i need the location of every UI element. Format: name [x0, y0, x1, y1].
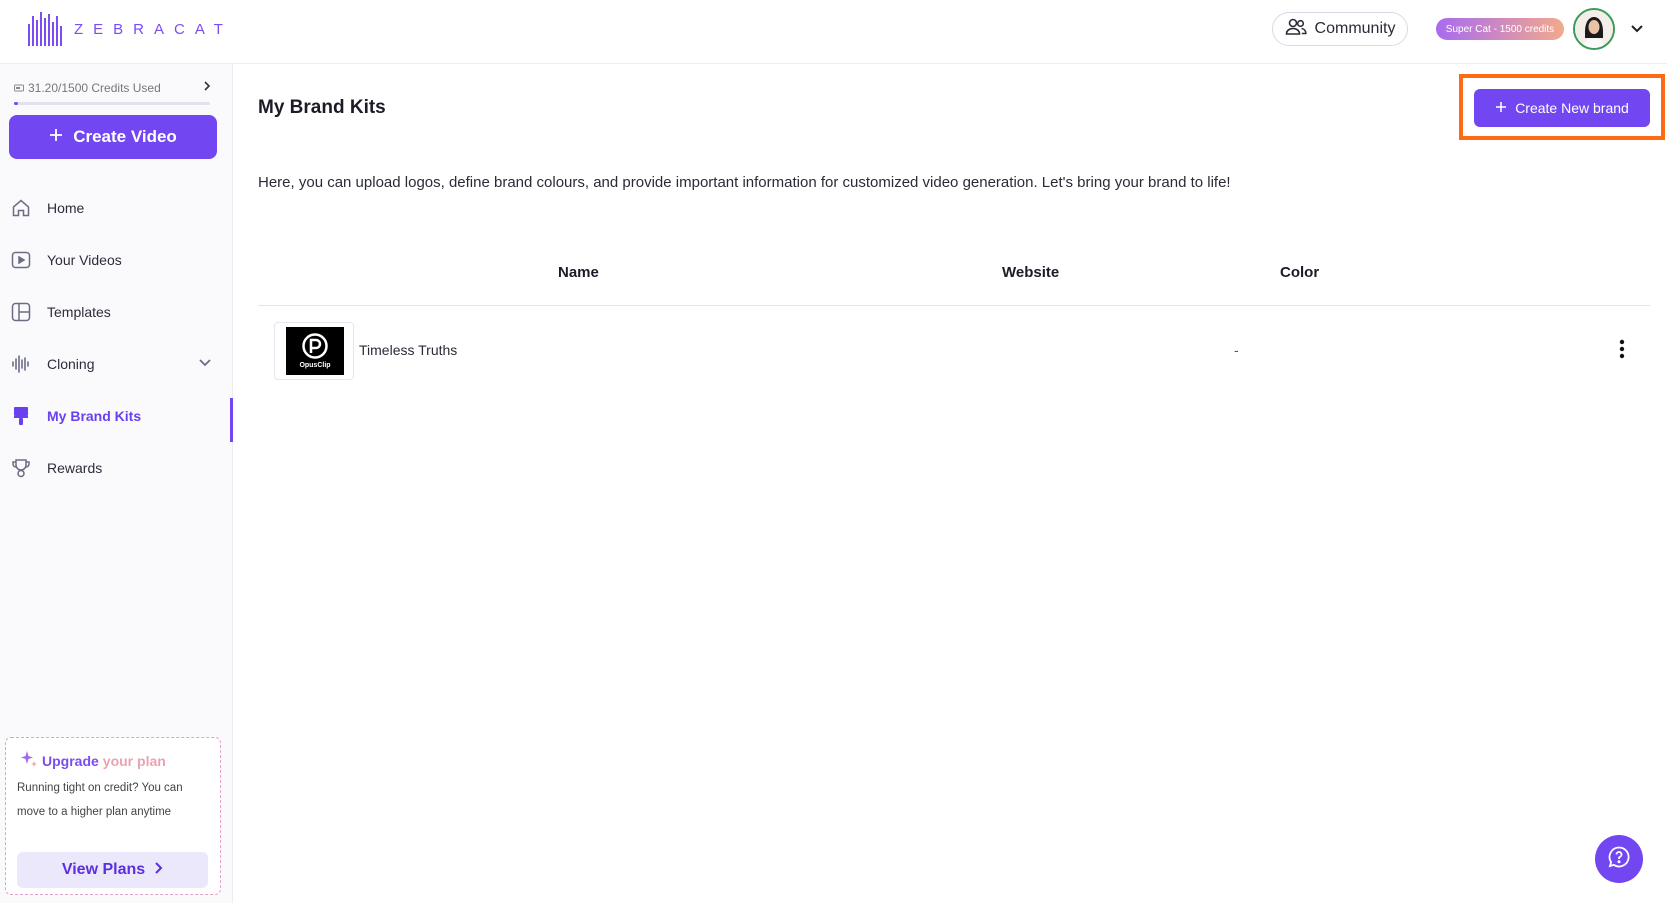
chevron-right-icon[interactable] — [202, 80, 212, 95]
chevron-right-icon — [153, 861, 163, 880]
zebracat-logo[interactable]: ZEBRACAT — [28, 12, 233, 46]
brand-logo-text: OpusClip — [299, 362, 331, 369]
sidebar-item-cloning[interactable]: Cloning — [0, 338, 233, 390]
plan-badge[interactable]: Super Cat - 1500 credits — [1436, 18, 1564, 40]
sidebar-item-home[interactable]: Home — [0, 182, 233, 234]
brand-name: Timeless Truths — [359, 342, 458, 358]
sidebar-nav: Home Your Videos Templates Cloning My Br… — [0, 182, 233, 494]
upgrade-title-part1: Upgrade — [42, 752, 99, 769]
waveform-icon — [11, 354, 31, 374]
column-header-color: Color — [1280, 264, 1320, 281]
sidebar-item-label: Templates — [47, 304, 111, 320]
paint-brush-icon — [11, 406, 31, 426]
trophy-icon — [11, 458, 31, 478]
opusclip-logo-icon: OpusClip — [286, 327, 344, 375]
table-row[interactable]: OpusClip Timeless Truths - — [258, 318, 1650, 382]
home-icon — [11, 198, 31, 218]
upgrade-plan-card: Upgrade your plan Running tight on credi… — [5, 737, 221, 895]
layout-icon — [11, 302, 31, 322]
page-description: Here, you can upload logos, define brand… — [258, 174, 1231, 191]
help-chat-button[interactable] — [1595, 835, 1643, 883]
sidebar-item-templates[interactable]: Templates — [0, 286, 233, 338]
credits-icon — [14, 81, 24, 95]
brand-website: - — [1234, 342, 1239, 358]
sidebar-item-my-brand-kits[interactable]: My Brand Kits — [0, 390, 233, 442]
credits-progress-bar — [14, 102, 210, 105]
column-header-website: Website — [1002, 264, 1060, 281]
upgrade-title: Upgrade your plan — [20, 750, 166, 771]
view-plans-button[interactable]: View Plans — [17, 852, 208, 888]
play-icon — [11, 250, 31, 270]
plus-icon — [1495, 100, 1507, 116]
sidebar-item-rewards[interactable]: Rewards — [0, 442, 233, 494]
upgrade-description: Running tight on credit? You can move to… — [17, 782, 183, 818]
create-new-brand-button[interactable]: Create New brand — [1474, 89, 1650, 127]
create-video-label: Create Video — [73, 127, 177, 146]
brand-logo-thumbnail: OpusClip — [274, 322, 354, 380]
sparkle-icon — [20, 750, 38, 771]
credits-progress-fill — [14, 102, 19, 105]
sidebar-item-your-videos[interactable]: Your Videos — [0, 234, 233, 286]
create-brand-label: Create New brand — [1515, 100, 1629, 116]
users-icon — [1285, 18, 1307, 41]
sidebar-item-label: My Brand Kits — [47, 408, 142, 424]
community-button[interactable]: Community — [1272, 12, 1408, 46]
view-plans-label: View Plans — [61, 861, 146, 878]
create-video-button[interactable]: Create Video — [9, 115, 217, 159]
table-header: Name Website Color — [258, 258, 1650, 306]
sidebar-item-label: Rewards — [47, 460, 103, 476]
sidebar: 31.20/1500 Credits Used Create Video Hom… — [0, 64, 233, 903]
community-label: Community — [1314, 20, 1396, 37]
plus-icon — [49, 127, 63, 147]
credits-row[interactable]: 31.20/1500 Credits Used — [14, 80, 212, 95]
chevron-down-icon[interactable] — [197, 354, 213, 373]
help-icon — [1607, 845, 1631, 874]
more-options-icon[interactable] — [1608, 332, 1636, 366]
sidebar-item-label: Cloning — [47, 356, 95, 372]
credits-text: 31.20/1500 Credits Used — [28, 80, 161, 95]
logo-text: ZEBRACAT — [74, 20, 233, 38]
sidebar-item-label: Home — [47, 200, 85, 216]
column-header-name: Name — [558, 264, 599, 281]
logo-bars-icon — [28, 12, 62, 46]
top-header: ZEBRACAT Community Super Cat - 1500 cred… — [0, 0, 1667, 64]
account-chevron-down-icon[interactable] — [1627, 18, 1647, 38]
sidebar-item-label: Your Videos — [47, 252, 122, 268]
user-avatar[interactable] — [1573, 8, 1615, 50]
upgrade-title-part2: your plan — [102, 752, 166, 769]
page-title: My Brand Kits — [258, 97, 386, 118]
